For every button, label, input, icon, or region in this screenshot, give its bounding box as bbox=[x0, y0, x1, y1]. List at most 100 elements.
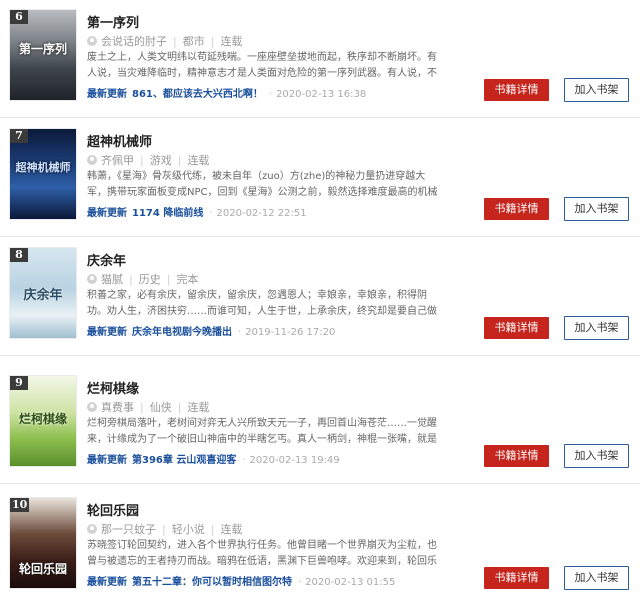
update-time: 2020-02-13 01:55 bbox=[305, 577, 396, 588]
book-author[interactable]: 会说话的肘子 bbox=[101, 33, 167, 49]
update-label: 最新更新 bbox=[87, 327, 127, 338]
update-label: 最新更新 bbox=[87, 577, 127, 588]
book-category[interactable]: 游戏 bbox=[150, 152, 172, 168]
book-item: 6 第一序列 第一序列 会说话的肘子 | 都市 | 连载 废土之上，人类文明纬以… bbox=[0, 0, 640, 118]
cover-title: 轮回乐园 bbox=[18, 562, 67, 576]
update-chapter-link[interactable]: 861、都应该去大兴西北啊！ bbox=[132, 85, 263, 100]
book-item: 7 超神机械师 超神机械师 齐佩甲 | 游戏 | 连载 韩萧，《星海》骨灰级代练… bbox=[0, 119, 640, 237]
book-category[interactable]: 历史 bbox=[139, 271, 161, 287]
update-label: 最新更新 bbox=[87, 455, 127, 466]
book-title[interactable]: 超神机械师 bbox=[87, 131, 152, 150]
book-status: 完本 bbox=[176, 273, 199, 286]
book-cover[interactable]: 7 超神机械师 bbox=[10, 129, 76, 219]
cover-title: 第一序列 bbox=[18, 42, 67, 56]
book-cover[interactable]: 6 第一序列 bbox=[10, 10, 76, 100]
add-to-shelf-button[interactable]: 加入书架 bbox=[564, 197, 629, 221]
add-to-shelf-button[interactable]: 加入书架 bbox=[564, 316, 629, 340]
meta-divider: | bbox=[177, 153, 182, 167]
book-detail-button[interactable]: 书籍详情 bbox=[484, 79, 549, 101]
book-item: 9 烂柯棋缘 烂柯棋缘 真费事 | 仙侠 | 连载 烂柯旁棋局落叶，老树间对弈无… bbox=[0, 366, 640, 484]
book-meta: 齐佩甲 | 游戏 | 连载 bbox=[87, 152, 209, 168]
update-time: 2020-02-13 16:38 bbox=[276, 89, 367, 100]
update-dot: · bbox=[242, 455, 246, 466]
update-time: 2020-02-13 19:49 bbox=[249, 455, 340, 466]
author-icon bbox=[87, 274, 97, 284]
update-dot: · bbox=[298, 577, 302, 588]
book-item: 10 轮回乐园 轮回乐园 那一只蚊子 | 轻小说 | 连载 苏晓签订轮回契约，进… bbox=[0, 488, 640, 601]
book-status: 连载 bbox=[187, 401, 210, 414]
meta-divider: | bbox=[162, 522, 166, 536]
update-label: 最新更新 bbox=[87, 89, 127, 100]
book-detail-button[interactable]: 书籍详情 bbox=[484, 317, 549, 339]
book-intro: 韩萧，《星海》骨灰级代练，被未自年（zuo）方(zhe)的神秘力量扔进穿越大军，… bbox=[87, 171, 438, 198]
book-detail-button[interactable]: 书籍详情 bbox=[484, 567, 549, 589]
rank-badge: 10 bbox=[10, 498, 30, 512]
update-dot: · bbox=[238, 327, 242, 338]
book-cover[interactable]: 8 庆余年 bbox=[10, 248, 76, 338]
book-detail-button[interactable]: 书籍详情 bbox=[484, 445, 549, 467]
update-time: 2019-11-26 17:20 bbox=[245, 327, 336, 338]
cover-title: 庆余年 bbox=[23, 288, 63, 303]
book-meta: 真费事 | 仙侠 | 连载 bbox=[87, 399, 209, 415]
book-meta: 会说话的肘子 | 都市 | 连载 bbox=[87, 33, 242, 49]
author-icon bbox=[87, 155, 97, 165]
book-cover[interactable]: 9 烂柯棋缘 bbox=[10, 376, 76, 466]
meta-divider: | bbox=[140, 153, 144, 167]
latest-update: 最新更新 861、都应该去大兴西北啊！ · 2020-02-13 16:38 bbox=[87, 85, 366, 100]
meta-divider: | bbox=[129, 272, 133, 286]
book-author[interactable]: 猫腻 bbox=[101, 271, 123, 287]
update-dot: · bbox=[209, 208, 213, 219]
book-author[interactable]: 真费事 bbox=[101, 399, 134, 415]
book-title[interactable]: 第一序列 bbox=[87, 12, 139, 31]
book-meta: 猫腻 | 历史 | 完本 bbox=[87, 271, 198, 287]
update-chapter-link[interactable]: 1174 降临前线 bbox=[132, 204, 203, 219]
book-intro: 废土之上，人类文明纬以苟延残喘。一座座壁垒拔地而起，秩序却不断崩坏。有人说，当灾… bbox=[87, 52, 437, 79]
author-icon bbox=[87, 402, 97, 412]
latest-update: 最新更新 第五十二章：你可以暂时相信图尔特 · 2020-02-13 01:55 bbox=[87, 573, 395, 588]
book-author[interactable]: 那一只蚊子 bbox=[101, 521, 156, 537]
book-intro: 烂柯旁棋局落叶，老树间对弈无人兴所致天元一子，再回首山海苍茫……一觉醒来，计缘成… bbox=[87, 418, 437, 445]
rank-badge: 6 bbox=[10, 10, 28, 24]
book-meta: 那一只蚊子 | 轻小说 | 连载 bbox=[87, 521, 242, 537]
add-to-shelf-button[interactable]: 加入书架 bbox=[564, 566, 629, 590]
book-status: 连载 bbox=[220, 35, 243, 48]
cover-title: 超神机械师 bbox=[15, 161, 71, 174]
book-title[interactable]: 庆余年 bbox=[87, 250, 126, 269]
book-intro: 苏晓签订轮回契约，进入各个世界执行任务。他曾目睹一个世界崩灭为尘粒，也曾与被遗忘… bbox=[87, 540, 437, 567]
rank-badge: 8 bbox=[10, 248, 28, 262]
book-category[interactable]: 轻小说 bbox=[172, 521, 205, 537]
book-status: 连载 bbox=[187, 154, 210, 167]
update-time: 2020-02-12 22:51 bbox=[216, 208, 307, 219]
update-dot: · bbox=[268, 89, 273, 100]
book-status: 连载 bbox=[220, 523, 243, 536]
latest-update: 最新更新 1174 降临前线 · 2020-02-12 22:51 bbox=[87, 204, 307, 219]
update-chapter-link[interactable]: 第五十二章：你可以暂时相信图尔特 bbox=[132, 573, 292, 588]
book-title[interactable]: 烂柯棋缘 bbox=[87, 378, 139, 397]
book-category[interactable]: 都市 bbox=[183, 33, 205, 49]
meta-divider: | bbox=[140, 400, 144, 414]
latest-update: 最新更新 第396章 云山观喜迎客 · 2020-02-13 19:49 bbox=[87, 451, 340, 466]
meta-divider: | bbox=[210, 34, 215, 48]
book-category[interactable]: 仙侠 bbox=[150, 399, 172, 415]
rank-badge: 9 bbox=[10, 376, 28, 390]
book-intro: 积善之家，必有余庆，留余庆，留余庆，忽遇恩人；幸娘亲，幸娘亲，积得阴功。劝人生，… bbox=[87, 290, 437, 317]
update-label: 最新更新 bbox=[87, 208, 127, 219]
latest-update: 最新更新 庆余年电视剧今晚播出 · 2019-11-26 17:20 bbox=[87, 323, 335, 338]
book-cover[interactable]: 10 轮回乐园 bbox=[10, 498, 76, 588]
add-to-shelf-button[interactable]: 加入书架 bbox=[564, 444, 629, 468]
add-to-shelf-button[interactable]: 加入书架 bbox=[564, 78, 629, 102]
book-detail-button[interactable]: 书籍详情 bbox=[484, 198, 549, 220]
author-icon bbox=[87, 36, 97, 46]
book-title[interactable]: 轮回乐园 bbox=[87, 500, 139, 519]
rank-badge: 7 bbox=[10, 129, 28, 143]
cover-title: 烂柯棋缘 bbox=[18, 412, 67, 426]
update-chapter-link[interactable]: 第396章 云山观喜迎客 bbox=[132, 451, 236, 466]
book-item: 8 庆余年 庆余年 猫腻 | 历史 | 完本 积善之家，必有余庆，留余庆，留余庆… bbox=[0, 238, 640, 356]
meta-divider: | bbox=[210, 522, 215, 536]
meta-divider: | bbox=[177, 400, 182, 414]
update-chapter-link[interactable]: 庆余年电视剧今晚播出 bbox=[132, 323, 232, 338]
book-author[interactable]: 齐佩甲 bbox=[101, 152, 134, 168]
meta-divider: | bbox=[166, 272, 171, 286]
meta-divider: | bbox=[173, 34, 177, 48]
book-rank-list: 6 第一序列 第一序列 会说话的肘子 | 都市 | 连载 废土之上，人类文明纬以… bbox=[0, 0, 640, 601]
